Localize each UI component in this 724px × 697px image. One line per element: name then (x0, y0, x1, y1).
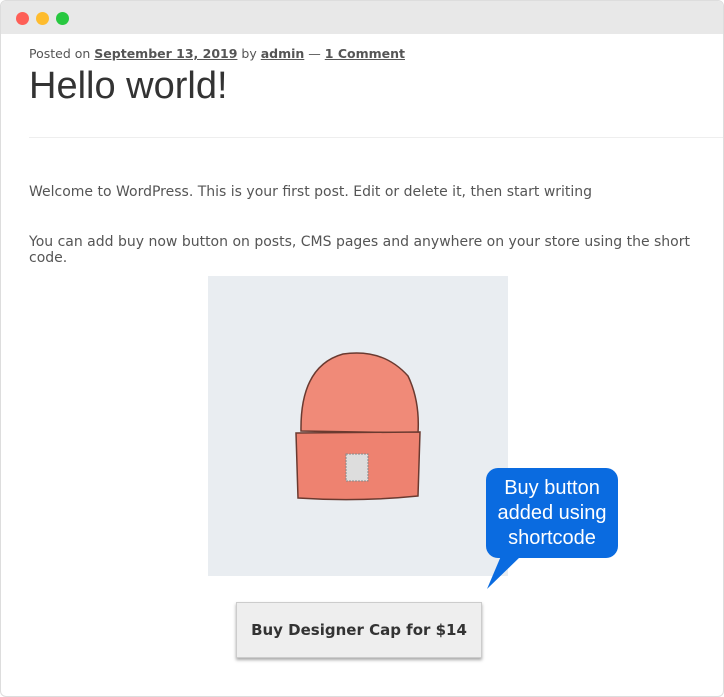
buy-now-button[interactable]: Buy Designer Cap for $14 (236, 602, 482, 658)
post-paragraph: Welcome to WordPress. This is your first… (29, 184, 593, 200)
comments-link[interactable]: 1 Comment (325, 46, 405, 61)
post-title: Hello world! (29, 65, 228, 107)
meta-separator: — (304, 46, 325, 61)
divider (29, 137, 723, 138)
meta-by: by (237, 46, 261, 61)
callout-bubble: Buy button added using shortcode (486, 468, 618, 558)
author-link[interactable]: admin (261, 46, 305, 61)
close-window-button[interactable] (16, 12, 29, 25)
post-paragraph: You can add buy now button on posts, CMS… (29, 234, 690, 266)
product-image (208, 276, 508, 576)
maximize-window-button[interactable] (56, 12, 69, 25)
callout-tail (487, 556, 521, 589)
post-meta: Posted on September 13, 2019 by admin — … (29, 46, 405, 61)
post-date-link[interactable]: September 13, 2019 (94, 46, 237, 61)
title-bar (1, 1, 723, 34)
minimize-window-button[interactable] (36, 12, 49, 25)
beanie-cap-icon (295, 352, 421, 501)
browser-window: Posted on September 13, 2019 by admin — … (0, 0, 724, 697)
meta-prefix: Posted on (29, 46, 95, 61)
